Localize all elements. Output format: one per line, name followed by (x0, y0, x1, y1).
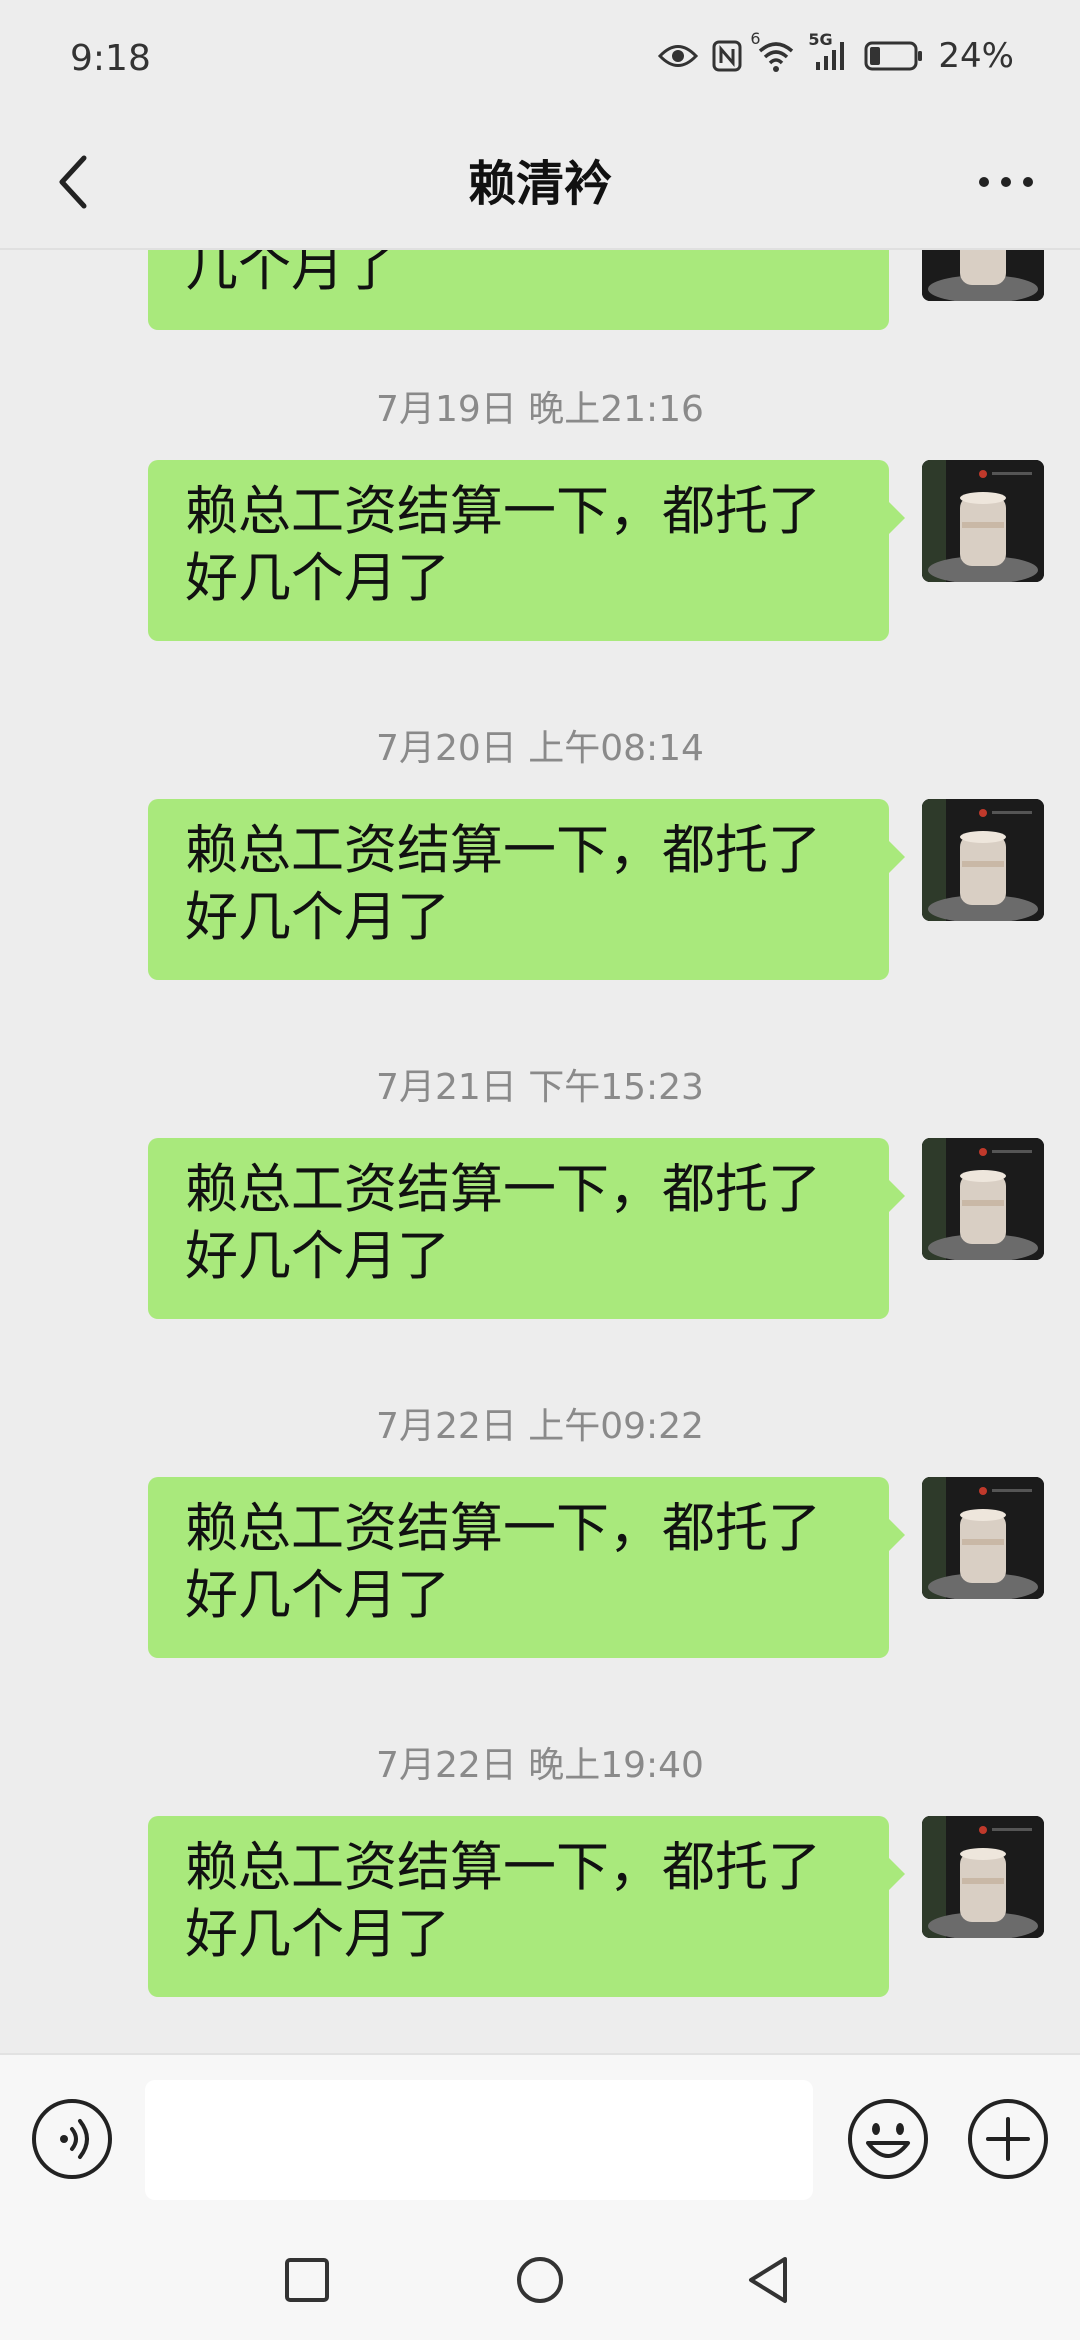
more-functions-button[interactable] (966, 2097, 1050, 2181)
emoji-icon (846, 2099, 930, 2185)
avatar[interactable] (922, 460, 1044, 582)
message-text: 赖总工资结算一下，都托了好几个月了 (185, 1837, 821, 1965)
eye-icon (658, 43, 699, 69)
battery-icon (864, 41, 924, 71)
home-button[interactable] (505, 2247, 575, 2317)
message-bubble[interactable]: 赖总工资结算一下，都托了好几个月了 (148, 799, 905, 980)
avatar[interactable] (922, 799, 1044, 921)
avatar[interactable] (922, 1816, 1044, 1938)
message-timestamp: 7月20日 上午08:14 (376, 728, 704, 769)
message-timestamp: 7月22日 上午09:22 (376, 1406, 704, 1447)
network-small-label: 6 (750, 29, 761, 48)
plus-circle-icon (966, 2099, 1050, 2185)
status-icons: 6 5G 24% (658, 29, 1014, 76)
message-input[interactable] (145, 2080, 813, 2200)
message-timestamp: 7月21日 下午15:23 (376, 1067, 704, 1108)
chat-screen: 9:18 6 5G 24% 赖清衿 几个月了 7月19日 晚上21:16 赖总工… (0, 0, 1080, 2340)
more-options-button[interactable] (962, 140, 1050, 228)
message-bubble[interactable]: 赖总工资结算一下，都托了好几个月了 (148, 1816, 905, 1997)
message-bubble[interactable]: 赖总工资结算一下，都托了好几个月了 (148, 460, 905, 641)
nfc-icon (712, 40, 742, 72)
recent-apps-icon (284, 2257, 330, 2307)
home-icon (515, 2255, 565, 2309)
message-bubble[interactable]: 赖总工资结算一下，都托了好几个月了 (148, 1477, 905, 1658)
message-text: 赖总工资结算一下，都托了好几个月了 (185, 1159, 821, 1287)
system-nav-bar (0, 2223, 1080, 2340)
avatar[interactable] (922, 1138, 1044, 1260)
message-text: 几个月了 (185, 250, 397, 298)
recent-apps-button[interactable] (272, 2247, 342, 2317)
message-bubble[interactable]: 几个月了 (148, 250, 889, 330)
input-bar (0, 2053, 1080, 2225)
back-triangle-icon (745, 2255, 791, 2309)
message-timestamp: 7月19日 晚上21:16 (376, 389, 704, 430)
battery-percent: 24% (938, 36, 1014, 76)
wifi-icon: 6 (750, 29, 796, 73)
message-text: 赖总工资结算一下，都托了好几个月了 (185, 820, 821, 948)
status-time: 9:18 (70, 38, 151, 79)
avatar[interactable] (922, 250, 1044, 301)
message-list[interactable]: 几个月了 7月19日 晚上21:16 赖总工资结算一下，都托了好几个月了 7月20日… (0, 250, 1080, 2053)
message-bubble[interactable]: 赖总工资结算一下，都托了好几个月了 (148, 1138, 905, 1319)
voice-icon (30, 2099, 114, 2185)
voice-button[interactable] (30, 2097, 114, 2181)
status-bar: 9:18 6 5G 24% (0, 0, 1080, 120)
message-timestamp: 7月22日 晚上19:40 (376, 1745, 704, 1786)
network-gen-label: 5G (808, 30, 833, 49)
message-text: 赖总工资结算一下，都托了好几个月了 (185, 481, 821, 609)
emoji-button[interactable] (846, 2097, 930, 2181)
message-text: 赖总工资结算一下，都托了好几个月了 (185, 1498, 821, 1626)
back-nav-button[interactable] (733, 2247, 803, 2317)
ellipsis-icon (976, 174, 1036, 194)
chat-header: 赖清衿 (0, 120, 1080, 250)
avatar[interactable] (922, 1477, 1044, 1599)
cellular-signal-icon: 5G (808, 30, 850, 72)
contact-name: 赖清衿 (467, 156, 612, 212)
